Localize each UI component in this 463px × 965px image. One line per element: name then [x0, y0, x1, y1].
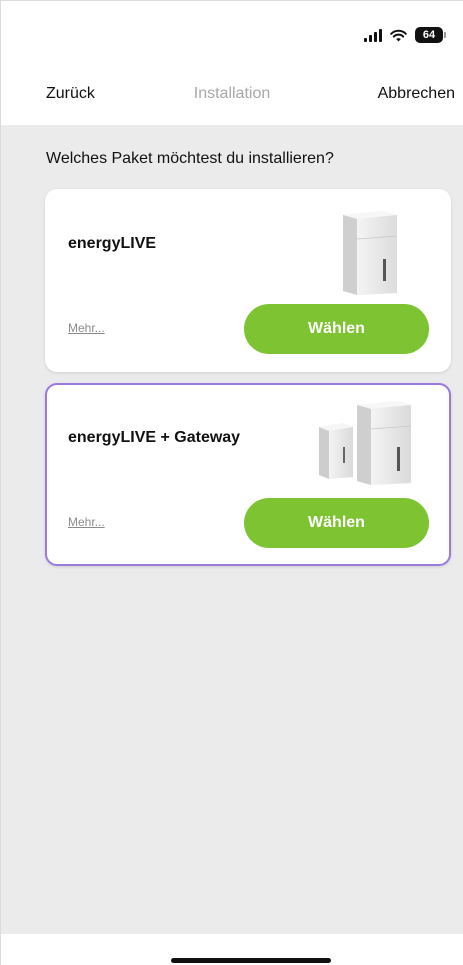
energylive-device-image — [343, 211, 398, 295]
battery-level: 64 — [422, 29, 436, 41]
signal-icon — [364, 28, 382, 42]
wifi-icon — [390, 29, 407, 41]
home-indicator-area — [1, 934, 463, 965]
package-card-energylive: energyLIVE Mehr... Wählen — [45, 189, 451, 372]
navigation-bar: Zurück Installation Abbrechen — [1, 67, 463, 125]
cancel-button[interactable]: Abbrechen — [378, 85, 455, 103]
package-title: energyLIVE — [68, 235, 157, 252]
main-content: Welches Paket möchtest du installieren? … — [1, 125, 463, 934]
package-card-energylive-gateway: energyLIVE + Gateway Mehr... Wählen — [45, 383, 451, 566]
battery-icon: 64 — [415, 27, 446, 43]
home-indicator[interactable] — [171, 958, 331, 963]
more-link[interactable]: Mehr... — [68, 515, 105, 529]
more-link[interactable]: Mehr... — [68, 321, 105, 335]
package-title: energyLIVE + Gateway — [68, 429, 241, 446]
status-icons: 64 — [364, 27, 446, 43]
select-button[interactable]: Wählen — [244, 498, 429, 548]
app-screen: 64 Zurück Installation Abbrechen Welches… — [0, 0, 463, 965]
status-bar: 64 — [1, 1, 463, 67]
select-button[interactable]: Wählen — [244, 304, 429, 354]
energylive-gateway-devices-image — [319, 401, 412, 485]
package-question: Welches Paket möchtest du installieren? — [46, 150, 334, 167]
back-button[interactable]: Zurück — [46, 85, 95, 103]
